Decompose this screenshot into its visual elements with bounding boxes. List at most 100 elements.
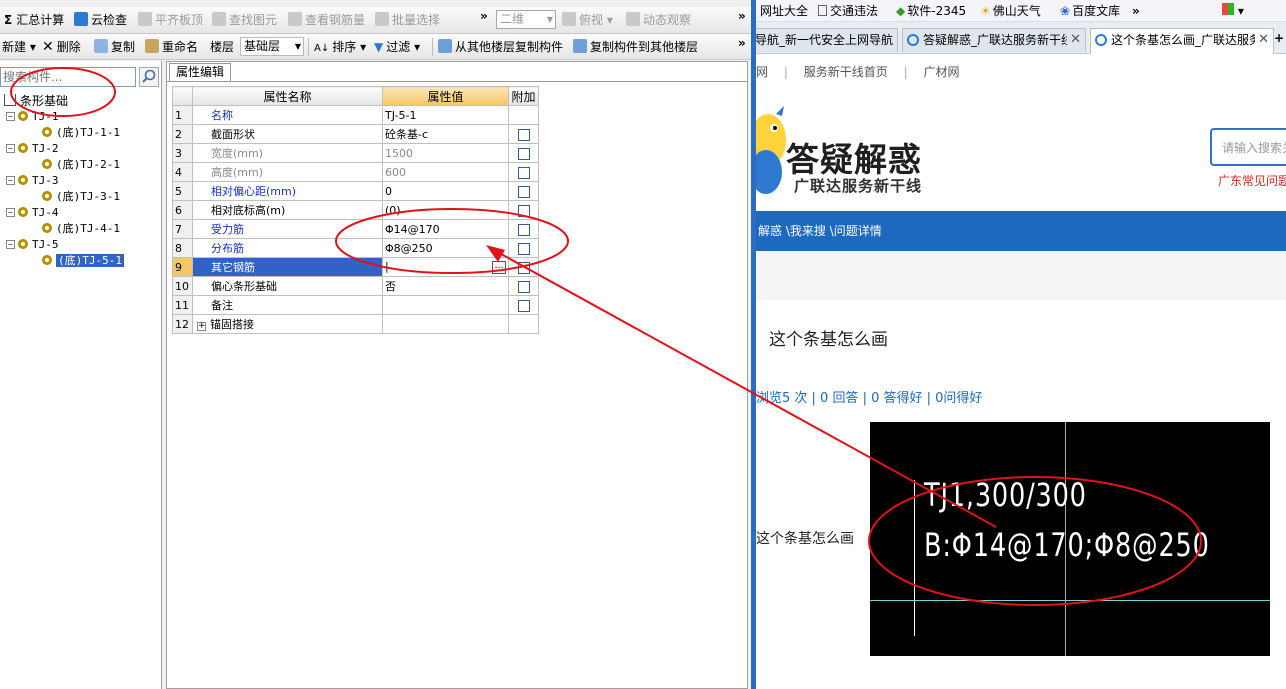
tree-group-tj5[interactable]: − TJ-5 bbox=[6, 237, 59, 253]
floor-select[interactable]: 基础层 ▼ bbox=[240, 37, 304, 56]
dynamic-view-icon bbox=[626, 12, 640, 26]
extra-checkbox[interactable] bbox=[517, 223, 530, 236]
tree-group-tj4[interactable]: − TJ-4 bbox=[6, 205, 59, 221]
property-name-cell: 名称 bbox=[192, 105, 383, 125]
property-row[interactable]: 11 备注 bbox=[172, 295, 539, 315]
bookmark-baidu-wenku[interactable]: ❀ 百度文库 bbox=[1060, 3, 1120, 19]
property-value-cell[interactable]: (0) bbox=[382, 200, 509, 220]
align-slab-top-button[interactable]: 平齐板顶 bbox=[138, 11, 203, 29]
collapse-icon: − bbox=[6, 144, 15, 153]
property-value-cell[interactable]: 600 bbox=[382, 162, 509, 182]
component-search-input[interactable] bbox=[0, 67, 136, 87]
find-element-button[interactable]: 查找图元 bbox=[212, 11, 277, 29]
property-row[interactable]: 4 高度(mm) 600 bbox=[172, 162, 539, 182]
property-name-text: 锚固搭接 bbox=[210, 318, 254, 331]
filter-dropdown[interactable]: ▼ 过滤 ▾ bbox=[374, 38, 420, 56]
extra-checkbox[interactable] bbox=[517, 242, 530, 255]
property-row[interactable]: 7 受力筋 Φ14@170 bbox=[172, 219, 539, 239]
tab-navigation[interactable]: 导航_新一代安全上网导航 bbox=[756, 28, 898, 52]
property-value-cell[interactable] bbox=[382, 314, 509, 334]
property-value-cell[interactable]: 砼条基-c bbox=[382, 124, 509, 144]
extra-checkbox[interactable] bbox=[517, 204, 530, 217]
property-row[interactable]: 1 名称 TJ-5-1 bbox=[172, 105, 539, 125]
extra-checkbox[interactable] bbox=[517, 147, 530, 160]
site-nav-link-home[interactable]: 服务新干线首页 bbox=[804, 65, 888, 79]
tree-item-tj3-1[interactable]: (底)TJ-3-1 bbox=[42, 189, 120, 205]
toolbar2-overflow-chevron[interactable]: » bbox=[738, 36, 746, 50]
tree-group-tj1[interactable]: − TJ-1 bbox=[6, 109, 59, 125]
dynamic-view-button[interactable]: 动态观察 bbox=[626, 11, 691, 29]
copy-from-floor-button[interactable]: 从其他楼层复制构件 bbox=[438, 38, 563, 56]
tree-item-tj4-1[interactable]: (底)TJ-4-1 bbox=[42, 221, 120, 237]
property-row[interactable]: 6 相对底标高(m) (0) bbox=[172, 200, 539, 220]
property-row[interactable]: 12 + 锚固搭接 bbox=[172, 314, 539, 334]
property-row[interactable]: 8 分布筋 Φ8@250 bbox=[172, 238, 539, 258]
expand-plus-icon[interactable]: + bbox=[197, 322, 206, 331]
property-row[interactable]: 5 相对偏心距(mm) 0 bbox=[172, 181, 539, 201]
batch-select-button[interactable]: 批量选择 bbox=[375, 11, 440, 29]
view-mode-select[interactable]: 二维 ▼ bbox=[496, 10, 556, 29]
view-angle-dropdown[interactable]: 俯视 ▾ bbox=[562, 11, 613, 29]
breadcrumb-text[interactable]: 解惑 \我来搜 \问题详情 bbox=[756, 224, 882, 238]
property-row[interactable]: 2 截面形状 砼条基-c bbox=[172, 124, 539, 144]
bookmark-foshan-weather[interactable]: ☀ 佛山天气 bbox=[980, 3, 1041, 19]
property-value-cell[interactable]: 1500 bbox=[382, 143, 509, 163]
property-row[interactable]: 3 宽度(mm) 1500 bbox=[172, 143, 539, 163]
apps-grid-icon[interactable]: ▾ bbox=[1222, 3, 1244, 19]
extra-checkbox[interactable] bbox=[517, 299, 530, 312]
property-value-cell[interactable]: 0 bbox=[382, 181, 509, 201]
tab-qa-home[interactable]: 答疑解惑_广联达服务新干线 ✕ bbox=[902, 28, 1086, 52]
new-tab-button[interactable]: + bbox=[1274, 30, 1284, 46]
faq-red-link[interactable]: 广东常见问题 bbox=[1218, 172, 1286, 189]
property-value-cell[interactable]: Φ8@250 bbox=[382, 238, 509, 258]
site-search-input[interactable]: 请输入搜索关键 bbox=[1210, 128, 1286, 166]
property-value-cell[interactable]: |… bbox=[382, 257, 509, 277]
close-tab-icon[interactable]: ✕ bbox=[1255, 29, 1269, 51]
bookmark-2345-software[interactable]: ◆ 软件-2345 bbox=[896, 3, 966, 19]
property-value-cell[interactable]: TJ-5-1 bbox=[382, 105, 509, 125]
toolbar1-right-overflow[interactable]: » bbox=[738, 9, 746, 23]
bookmark-overflow-chevron[interactable]: » bbox=[1132, 3, 1140, 19]
site-header-logo[interactable]: 答疑解惑 广联达服务新干线 bbox=[756, 95, 1286, 205]
find-element-icon bbox=[212, 12, 226, 26]
extra-checkbox[interactable] bbox=[517, 261, 530, 274]
grid-header-row: 属性名称 属性值 附加 bbox=[172, 86, 539, 106]
search-button[interactable] bbox=[139, 67, 159, 87]
rename-button[interactable]: 重命名 bbox=[145, 38, 198, 56]
tree-group-tj3[interactable]: − TJ-3 bbox=[6, 173, 59, 189]
sort-dropdown[interactable]: A↓ 排序 ▾ bbox=[314, 38, 366, 56]
property-value-cell[interactable]: Φ14@170 bbox=[382, 219, 509, 239]
bookmark-url-directory[interactable]: 网址大全 bbox=[760, 3, 808, 19]
bookmark-traffic-violation[interactable]: 交通违法 bbox=[818, 3, 878, 19]
site-nav-link[interactable]: 网 bbox=[756, 65, 768, 79]
property-value-cell[interactable] bbox=[382, 295, 509, 315]
extra-checkbox[interactable] bbox=[517, 166, 530, 179]
tab-current-question[interactable]: 这个条基怎么画_广联达服务 ✕ bbox=[1090, 28, 1274, 54]
property-row[interactable]: 9 其它钢筋 |… bbox=[172, 257, 539, 277]
tree-item-tj1-1[interactable]: (底)TJ-1-1 bbox=[42, 125, 120, 141]
extra-cell bbox=[508, 200, 539, 220]
tree-item-tj2-1[interactable]: (底)TJ-2-1 bbox=[42, 157, 120, 173]
copy-button[interactable]: 复制 bbox=[94, 38, 135, 56]
2345-logo-icon: ◆ bbox=[896, 4, 906, 18]
site-nav-link-materials[interactable]: 广材网 bbox=[923, 65, 959, 79]
tab-property-edit[interactable]: 属性编辑 bbox=[169, 63, 232, 81]
new-dropdown[interactable]: 新建 ▾ bbox=[2, 38, 36, 56]
extra-checkbox[interactable] bbox=[517, 185, 530, 198]
tree-group-tj2[interactable]: − TJ-2 bbox=[6, 141, 59, 157]
cloud-check-button[interactable]: 云检查 bbox=[74, 11, 127, 29]
delete-button[interactable]: ✕ 删除 bbox=[42, 38, 81, 56]
tree-item-tj5-1-selected[interactable]: (底)TJ-5-1 bbox=[42, 253, 124, 269]
copy-to-floor-button[interactable]: 复制构件到其他楼层 bbox=[573, 38, 698, 56]
ellipsis-button[interactable]: … bbox=[492, 261, 506, 274]
view-rebar-quantity-button[interactable]: 查看钢筋量 bbox=[288, 11, 365, 29]
row-number-header bbox=[172, 86, 193, 106]
tree-root-strip-foundation[interactable]: 条形基础 bbox=[4, 93, 68, 109]
toolbar1-overflow-chevron[interactable]: » bbox=[480, 9, 488, 23]
property-row[interactable]: 10 偏心条形基础 否 bbox=[172, 276, 539, 296]
property-value-cell[interactable]: 否 bbox=[382, 276, 509, 296]
close-tab-icon[interactable]: ✕ bbox=[1067, 29, 1081, 51]
summary-calc-button[interactable]: Σ 汇总计算 bbox=[4, 11, 64, 29]
extra-checkbox[interactable] bbox=[517, 280, 530, 293]
extra-checkbox[interactable] bbox=[517, 128, 530, 141]
